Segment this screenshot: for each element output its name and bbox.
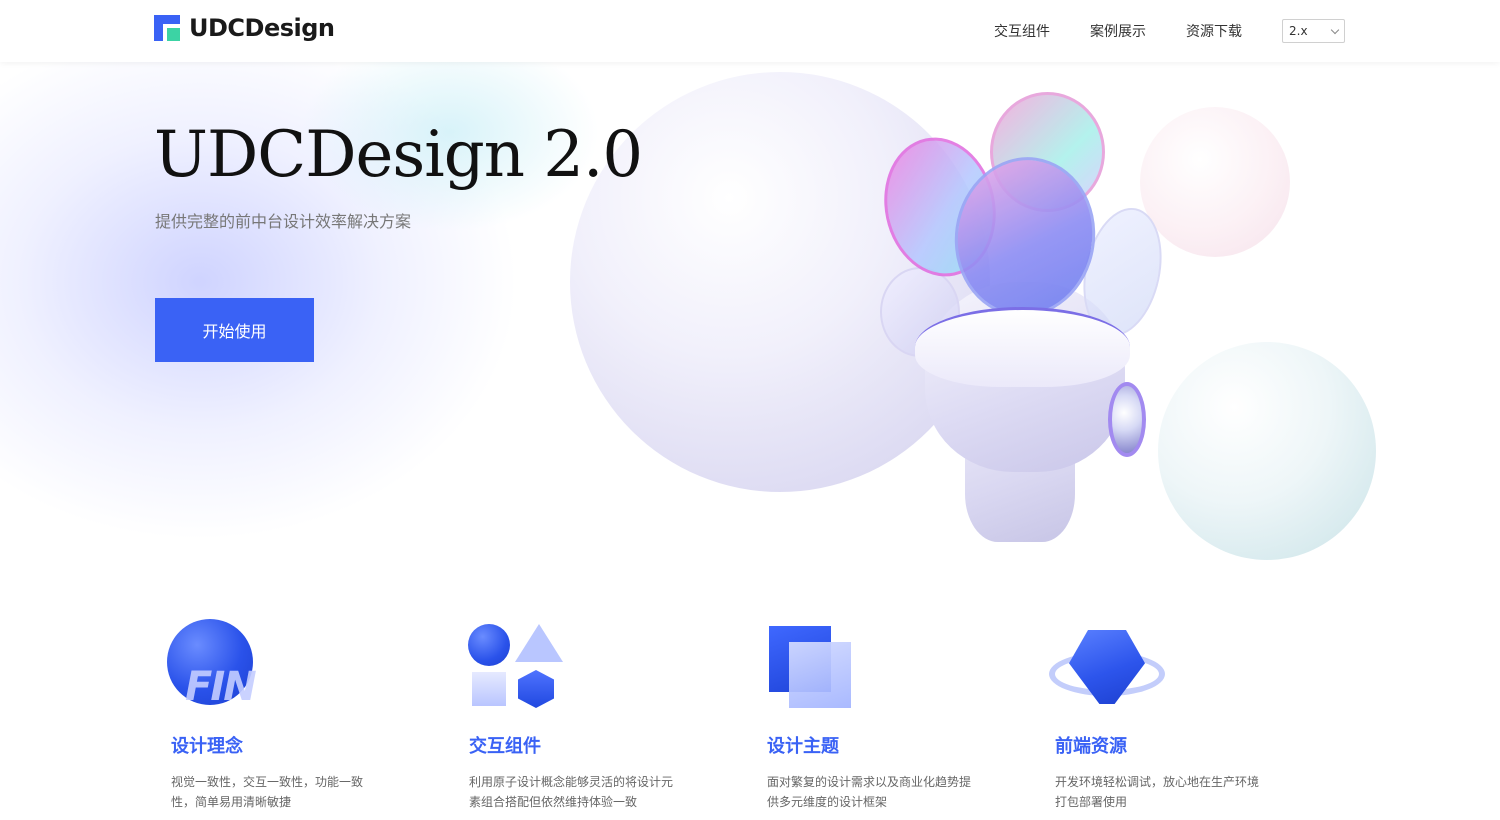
feature-title: 设计理念 bbox=[171, 736, 243, 757]
feature-description: 开发环境轻松调试，放心地在生产环境打包部署使用 bbox=[1055, 775, 1260, 809]
chevron-down-icon bbox=[1330, 25, 1340, 34]
logo[interactable]: UDCDesign bbox=[154, 14, 335, 42]
logo-text: UDCDesign bbox=[189, 14, 335, 42]
feature-title: 前端资源 bbox=[1055, 736, 1127, 757]
main-nav: 交互组件 案例展示 资源下载 2.x bbox=[994, 0, 1345, 62]
nav-item-downloads[interactable]: 资源下载 bbox=[1186, 21, 1242, 41]
feature-design-philosophy[interactable]: FIN 设计理念 视觉一致性，交互一致性，功能一致性，简单易用清晰敏捷 bbox=[165, 612, 385, 809]
hero-title: UDCDesign 2.0 bbox=[154, 118, 643, 192]
hero-subtitle: 提供完整的前中台设计效率解决方案 bbox=[155, 212, 412, 231]
feature-description: 视觉一致性，交互一致性，功能一致性，简单易用清晰敏捷 bbox=[171, 775, 364, 809]
hero-illustration bbox=[871, 92, 1180, 552]
feature-description: 面对繁复的设计需求以及商业化趋势提供多元维度的设计框架 bbox=[767, 775, 972, 809]
gem-icon bbox=[1049, 612, 1169, 722]
top-header: UDCDesign 交互组件 案例展示 资源下载 2.x bbox=[0, 0, 1500, 62]
shapes-icon bbox=[463, 612, 583, 722]
layers-icon bbox=[761, 612, 881, 722]
get-started-button[interactable]: 开始使用 bbox=[155, 298, 314, 362]
features-section: FIN 设计理念 视觉一致性，交互一致性，功能一致性，简单易用清晰敏捷 交互组件… bbox=[0, 612, 1500, 820]
decorative-sphere-right bbox=[1158, 342, 1376, 560]
feature-frontend-resources[interactable]: 前端资源 开发环境轻松调试，放心地在生产环境打包部署使用 bbox=[1049, 612, 1269, 809]
feature-interactive-components[interactable]: 交互组件 利用原子设计概念能够灵活的将设计元素组合搭配但依然维持体验一致 bbox=[463, 612, 683, 809]
feature-title: 交互组件 bbox=[469, 736, 541, 757]
feature-description: 利用原子设计概念能够灵活的将设计元素组合搭配但依然维持体验一致 bbox=[469, 775, 674, 809]
feature-title: 设计主题 bbox=[767, 736, 839, 757]
nav-item-cases[interactable]: 案例展示 bbox=[1090, 21, 1146, 41]
nav-item-components[interactable]: 交互组件 bbox=[994, 21, 1050, 41]
version-select[interactable]: 2.x bbox=[1282, 19, 1345, 43]
design-philosophy-icon: FIN bbox=[165, 612, 285, 722]
logo-icon bbox=[154, 15, 180, 41]
feature-design-theme[interactable]: 设计主题 面对繁复的设计需求以及商业化趋势提供多元维度的设计框架 bbox=[761, 612, 981, 809]
hero-section: UDCDesign 2.0 提供完整的前中台设计效率解决方案 开始使用 bbox=[0, 62, 1500, 602]
version-value: 2.x bbox=[1289, 24, 1308, 38]
